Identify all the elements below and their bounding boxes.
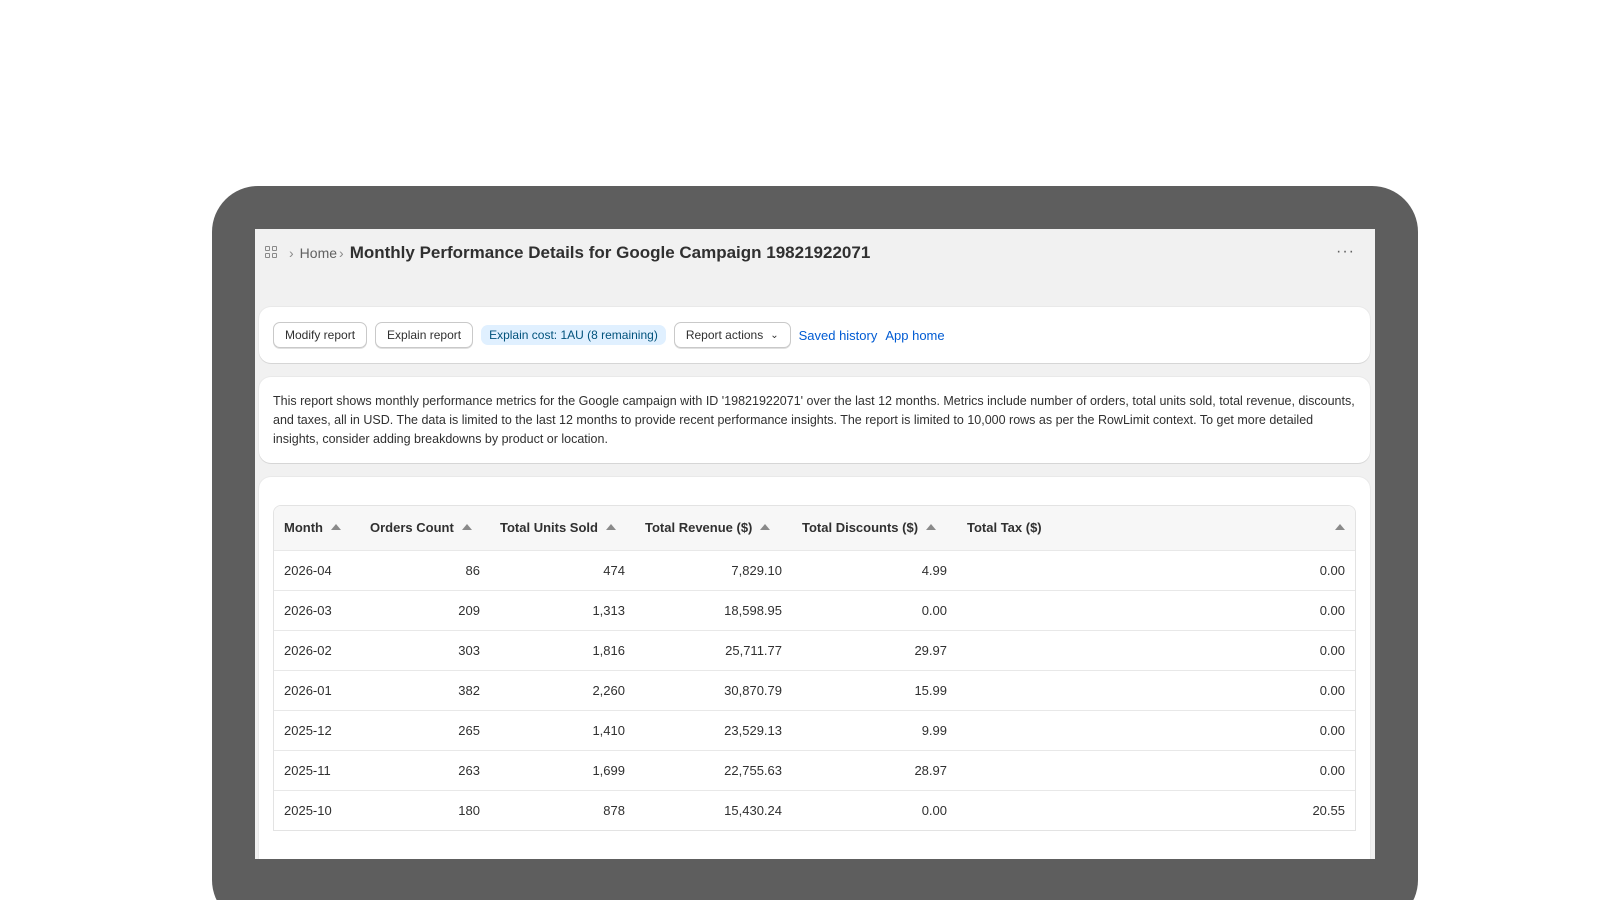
table-cell: 2025-10 — [284, 802, 332, 818]
table-cell: 29.97 — [914, 642, 947, 658]
table-cell: 2025-11 — [284, 762, 331, 778]
table-row: 2025-11 263 1,699 22,755.63 28.97 0.00 — [274, 750, 1355, 790]
report-actions-button[interactable]: Report actions ⌄ — [673, 322, 791, 348]
explain-cost-badge: Explain cost: 1AU (8 remaining) — [481, 325, 666, 345]
report-table: Month Orders Count Total Units Sold Tota… — [274, 506, 1355, 830]
column-header-total-units-sold[interactable]: Total Units Sold — [490, 506, 635, 550]
column-header-total-discounts[interactable]: Total Discounts ($) — [792, 506, 957, 550]
table-cell: 7,829.10 — [731, 562, 782, 578]
report-toolbar: Modify report Explain report Explain cos… — [259, 307, 1370, 363]
table-cell: 0.00 — [1319, 722, 1345, 738]
report-actions-label: Report actions — [685, 328, 764, 342]
table-row: 2026-02 303 1,816 25,711.77 29.97 0.00 — [274, 630, 1355, 670]
table-cell: 265 — [458, 722, 480, 738]
table-cell: 18,598.95 — [724, 602, 782, 618]
table-body: 2026-04 86 474 7,829.10 4.99 0.00 2026-03 209 1,… — [274, 550, 1355, 830]
modify-report-button[interactable]: Modify report — [273, 322, 368, 348]
table-cell: 878 — [603, 802, 625, 818]
apps-grid-icon[interactable] — [265, 246, 279, 260]
sort-ascending-icon[interactable] — [330, 524, 341, 531]
table-cell: 0.00 — [1319, 762, 1345, 778]
column-header-orders-count[interactable]: Orders Count — [360, 506, 490, 550]
report-description-card: This report shows monthly performance me… — [259, 377, 1370, 463]
table-cell: 30,870.79 — [724, 682, 782, 698]
table-row: 2026-03 209 1,313 18,598.95 0.00 0.00 — [274, 590, 1355, 630]
report-table-wrapper: Month Orders Count Total Units Sold Tota… — [273, 505, 1356, 831]
breadcrumb-separator-icon: › — [339, 245, 344, 261]
table-row: 2026-01 382 2,260 30,870.79 15.99 0.00 — [274, 670, 1355, 710]
chevron-down-icon: ⌄ — [770, 329, 779, 341]
table-cell: 1,410 — [592, 722, 625, 738]
table-cell: 1,699 — [592, 762, 625, 778]
table-cell: 86 — [465, 562, 480, 578]
column-header-total-tax[interactable]: Total Tax ($) — [957, 506, 1355, 550]
table-cell: 2025-12 — [284, 722, 332, 738]
report-table-card: Month Orders Count Total Units Sold Tota… — [259, 477, 1370, 859]
table-cell: 474 — [603, 562, 625, 578]
sort-ascending-icon[interactable] — [1335, 524, 1345, 531]
table-cell: 0.00 — [921, 802, 947, 818]
more-options-icon[interactable]: ··· — [1336, 243, 1355, 261]
table-cell: 2026-02 — [284, 642, 332, 658]
table-cell: 303 — [458, 642, 480, 658]
table-cell: 28.97 — [914, 762, 947, 778]
table-cell: 0.00 — [1319, 642, 1345, 658]
app-home-link[interactable]: App home — [885, 328, 944, 343]
table-cell: 22,755.63 — [724, 762, 782, 778]
app-screen: › Home › Monthly Performance Details for… — [255, 229, 1375, 859]
table-cell: 2,260 — [592, 682, 625, 698]
table-cell: 209 — [458, 602, 480, 618]
sort-ascending-icon[interactable] — [926, 524, 937, 531]
page-title: Monthly Performance Details for Google C… — [349, 243, 871, 262]
table-cell: 0.00 — [1319, 682, 1345, 698]
table-cell: 2026-01 — [284, 682, 332, 698]
sort-ascending-icon[interactable] — [461, 524, 472, 531]
table-cell: 4.99 — [921, 562, 947, 578]
explain-report-button[interactable]: Explain report — [375, 322, 474, 348]
table-row: 2025-10 180 878 15,430.24 0.00 20.55 — [274, 790, 1355, 830]
table-cell: 180 — [458, 802, 480, 818]
table-header-row: Month Orders Count Total Units Sold Tota… — [274, 506, 1355, 550]
table-row: 2026-04 86 474 7,829.10 4.99 0.00 — [274, 550, 1355, 590]
table-cell: 15,430.24 — [724, 802, 782, 818]
table-cell: 1,313 — [592, 602, 625, 618]
table-cell: 0.00 — [1319, 562, 1345, 578]
table-cell: 0.00 — [1319, 602, 1345, 618]
saved-history-link[interactable]: Saved history — [799, 328, 878, 343]
table-cell: 1,816 — [592, 642, 625, 658]
column-header-total-revenue[interactable]: Total Revenue ($) — [635, 506, 792, 550]
table-cell: 382 — [458, 682, 480, 698]
report-description: This report shows monthly performance me… — [273, 394, 1355, 446]
table-cell: 2026-03 — [284, 602, 332, 618]
table-row: 2025-12 265 1,410 23,529.13 9.99 0.00 — [274, 710, 1355, 750]
table-cell: 0.00 — [921, 602, 947, 618]
sort-ascending-icon[interactable] — [760, 524, 771, 531]
breadcrumb-separator-icon: › — [289, 245, 294, 261]
table-cell: 20.55 — [1312, 802, 1345, 818]
breadcrumb-home-link[interactable]: Home — [300, 245, 337, 261]
table-cell: 25,711.77 — [725, 642, 782, 658]
table-cell: 263 — [458, 762, 480, 778]
sort-ascending-icon[interactable] — [605, 524, 616, 531]
table-cell: 9.99 — [921, 722, 947, 738]
table-cell: 2026-04 — [284, 562, 332, 578]
table-cell: 23,529.13 — [724, 722, 782, 738]
table-cell: 15.99 — [914, 682, 947, 698]
column-header-month[interactable]: Month — [274, 506, 360, 550]
top-bar: › Home › Monthly Performance Details for… — [255, 229, 1375, 277]
